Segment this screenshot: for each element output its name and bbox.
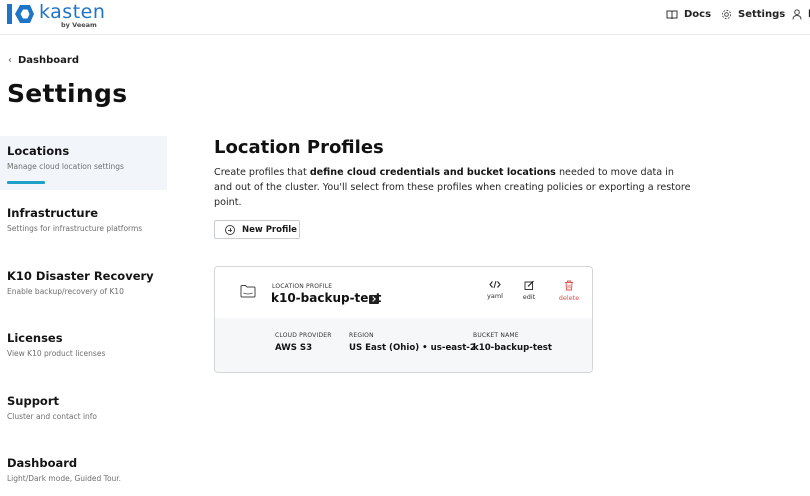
plus-circle-icon (225, 224, 235, 235)
sidebar-item-desc: Settings for infrastructure platforms (7, 224, 143, 233)
bucket-field: BUCKET NAME k10-backup-test (473, 332, 552, 353)
user-menu[interactable]: k (792, 9, 810, 20)
docs-label: Docs (684, 9, 712, 20)
sidebar-item-dashboard[interactable]: Dashboard Light/Dark mode, Guided Tour. (0, 448, 167, 496)
cloud-provider-label: CLOUD PROVIDER (275, 332, 332, 339)
gear-icon (721, 9, 732, 20)
sidebar-item-desc: Cluster and contact info (7, 412, 98, 421)
folder-icon (240, 285, 256, 298)
delete-label: delete (558, 294, 580, 302)
cloud-provider-value: AWS S3 (275, 343, 313, 353)
profile-type-label: LOCATION PROFILE (272, 283, 333, 290)
desc-text: Create profiles that (214, 167, 310, 178)
new-profile-label: New Profile (242, 224, 297, 235)
sidebar-item-title: Dashboard (7, 456, 78, 470)
desc-bold-text: define cloud credentials and bucket loca… (309, 167, 556, 178)
yaml-button[interactable]: yaml (480, 280, 510, 300)
edit-button[interactable]: edit (514, 280, 544, 301)
sidebar-item-title: Infrastructure (7, 206, 99, 220)
logo-subtitle: by Veeam (61, 21, 97, 29)
location-profile-card: LOCATION PROFILE k10-backup-test yaml ed… (214, 266, 593, 373)
section-description: Create profiles that define cloud creden… (214, 165, 694, 210)
sidebar-item-disaster-recovery[interactable]: K10 Disaster Recovery Enable backup/reco… (0, 261, 167, 315)
sidebar-item-title: Licenses (7, 331, 63, 345)
active-indicator (7, 181, 45, 184)
sidebar-item-licenses[interactable]: Licenses View K10 product licenses (0, 323, 167, 377)
edit-label: edit (522, 293, 536, 301)
page-title: Settings (7, 79, 128, 108)
bucket-label: BUCKET NAME (473, 332, 519, 339)
profile-name: k10-backup-test (271, 291, 382, 305)
bucket-value: k10-backup-test (473, 343, 552, 353)
sidebar-item-infrastructure[interactable]: Infrastructure Settings for infrastructu… (0, 198, 167, 252)
trash-icon (565, 280, 573, 291)
breadcrumb-back-link[interactable]: ‹ Dashboard (8, 55, 79, 66)
breadcrumb-label: Dashboard (18, 55, 79, 66)
sidebar-item-desc: View K10 product licenses (7, 349, 106, 358)
top-header: kasten by Veeam Docs Settings k (0, 0, 810, 35)
sidebar-item-desc: Light/Dark mode, Guided Tour. (7, 474, 122, 483)
section-title: Location Profiles (214, 137, 384, 158)
sidebar-item-title: Support (7, 394, 60, 408)
cloud-provider-field: CLOUD PROVIDER AWS S3 (275, 332, 332, 353)
docs-link[interactable]: Docs (666, 9, 711, 20)
sidebar-item-title: Locations (7, 144, 70, 158)
sidebar-item-desc: Manage cloud location settings (7, 162, 124, 171)
region-value: US East (Ohio) • us-east-2 (349, 343, 476, 353)
new-profile-button[interactable]: New Profile (214, 220, 300, 239)
chevron-left-icon: ‹ (8, 55, 12, 66)
terminal-icon[interactable] (369, 295, 379, 304)
region-label: REGION (349, 332, 374, 339)
settings-label: Settings (738, 9, 786, 20)
sidebar-item-title: K10 Disaster Recovery (7, 269, 154, 283)
sidebar-item-locations[interactable]: Locations Manage cloud location settings (0, 136, 167, 190)
sidebar-item-support[interactable]: Support Cluster and contact info (0, 386, 167, 440)
edit-icon (524, 280, 534, 290)
card-details: CLOUD PROVIDER AWS S3 REGION US East (Oh… (215, 318, 592, 372)
region-field: REGION US East (Ohio) • us-east-2 (349, 332, 476, 353)
code-icon (489, 280, 501, 289)
logo-wordmark: kasten (39, 1, 106, 23)
kasten-logo-icon (7, 4, 34, 24)
card-header: LOCATION PROFILE k10-backup-test yaml ed… (215, 267, 592, 318)
sidebar-item-desc: Enable backup/recovery of K10 (7, 287, 124, 296)
yaml-label: yaml (487, 292, 503, 300)
delete-button[interactable]: delete (554, 280, 584, 302)
settings-link[interactable]: Settings (721, 9, 785, 20)
user-icon (792, 9, 802, 20)
book-icon (666, 10, 678, 19)
kasten-logo[interactable]: kasten by Veeam (6, 1, 106, 32)
